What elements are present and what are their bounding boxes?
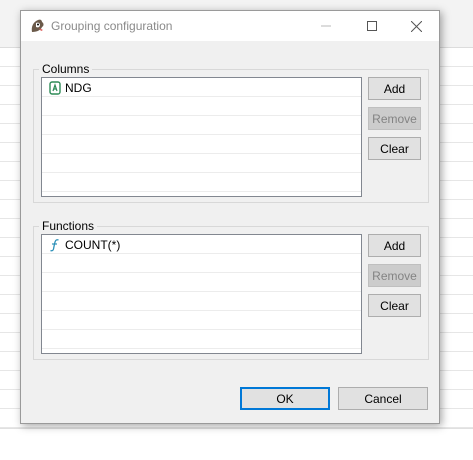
- list-item: [42, 154, 361, 173]
- list-item: [42, 292, 361, 311]
- list-item: [42, 311, 361, 330]
- close-icon: [410, 20, 422, 32]
- grouping-configuration-dialog: Grouping configuration Columns NDG Add R…: [20, 10, 440, 424]
- columns-group: Columns NDG Add Remove Clear: [33, 62, 429, 203]
- column-item-label: NDG: [65, 81, 92, 95]
- list-item: [42, 254, 361, 273]
- functions-clear-button[interactable]: Clear: [368, 294, 421, 317]
- dialog-title: Grouping configuration: [51, 19, 173, 33]
- dbeaver-app-icon: [31, 19, 44, 32]
- minimize-icon: [321, 25, 331, 27]
- columns-legend: Columns: [39, 62, 93, 76]
- maximize-button[interactable]: [349, 11, 395, 41]
- columns-add-button[interactable]: Add: [368, 77, 421, 100]
- list-item: [42, 97, 361, 116]
- title-bar[interactable]: Grouping configuration: [21, 11, 439, 41]
- list-item: [42, 116, 361, 135]
- function-icon: [50, 239, 59, 252]
- minimize-button[interactable]: [303, 11, 349, 41]
- background-footer: [0, 428, 473, 460]
- function-item-label: COUNT(*): [65, 238, 121, 252]
- columns-list[interactable]: NDG: [41, 77, 362, 197]
- functions-add-button[interactable]: Add: [368, 234, 421, 257]
- columns-remove-button[interactable]: Remove: [368, 107, 421, 130]
- close-button[interactable]: [393, 11, 439, 41]
- list-item: [42, 273, 361, 292]
- list-item[interactable]: NDG: [42, 78, 361, 97]
- functions-legend: Functions: [39, 219, 98, 233]
- list-item[interactable]: COUNT(*): [42, 235, 361, 254]
- list-item: [42, 173, 361, 192]
- columns-clear-button[interactable]: Clear: [368, 137, 421, 160]
- cancel-button[interactable]: Cancel: [338, 387, 428, 410]
- list-item: [42, 330, 361, 349]
- functions-group: Functions COUNT(*) Add Remove Clear: [33, 219, 429, 360]
- attribute-icon: [49, 81, 61, 95]
- functions-list[interactable]: COUNT(*): [41, 234, 362, 354]
- ok-button[interactable]: OK: [240, 387, 330, 410]
- maximize-icon: [367, 21, 377, 31]
- list-item: [42, 135, 361, 154]
- functions-remove-button[interactable]: Remove: [368, 264, 421, 287]
